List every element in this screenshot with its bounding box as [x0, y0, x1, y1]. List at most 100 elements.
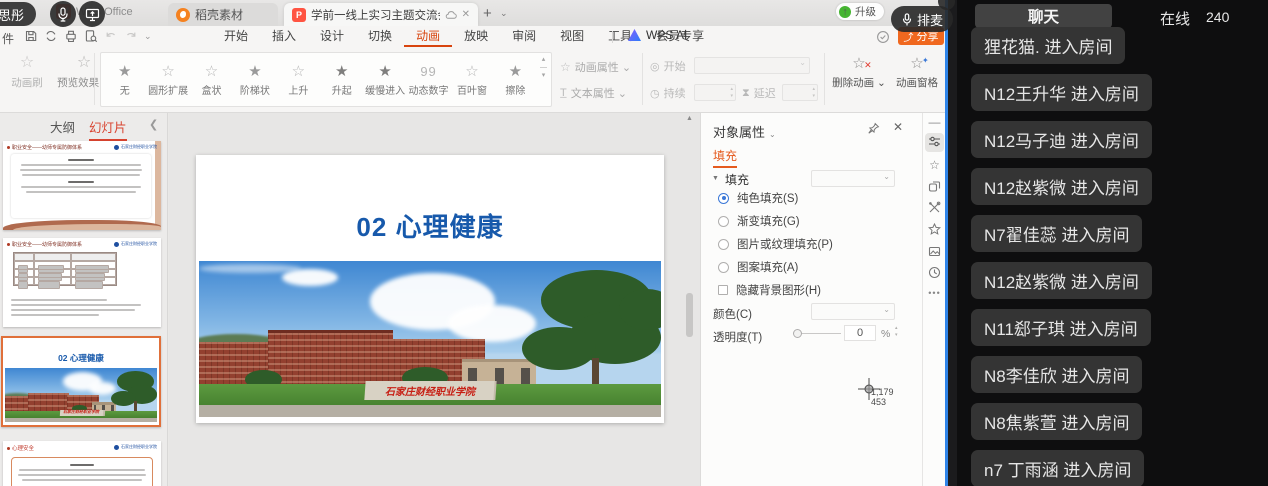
anim-float-up[interactable]: ★升起	[320, 63, 363, 97]
slide-editor[interactable]: 02 心理健康	[169, 113, 700, 486]
collapse-rail-icon[interactable]: —	[927, 115, 942, 130]
scroll-up-icon[interactable]: ▲	[686, 115, 693, 122]
animation-gallery: ★无 ☆圆形扩展 ☆盒状 ★阶梯状 ☆上升 ★升起 ★缓慢进入 99动态数字 ☆…	[100, 52, 552, 107]
star-edit-rail-icon[interactable]	[927, 223, 942, 238]
close-panel-icon[interactable]: ✕	[893, 120, 903, 134]
menu-animation-active[interactable]: 动画	[404, 26, 452, 47]
slide-thumbnail-3-selected[interactable]: 02 心理健康	[1, 336, 161, 427]
duration-spinner[interactable]	[694, 84, 736, 101]
menu-slideshow[interactable]: 放映	[452, 26, 500, 47]
animation-pane-button[interactable]: ☆✦ 动画窗格	[892, 55, 942, 90]
star-icon: ★	[320, 63, 363, 81]
menu-start[interactable]: 开始	[212, 26, 260, 47]
campus-photo[interactable]: 石家庄财经职业学院	[199, 261, 661, 417]
tab-list-chevron-icon[interactable]: ⌄	[500, 8, 508, 19]
gallery-scroll-buttons[interactable]: ▴—▾	[538, 56, 549, 80]
sync-icon[interactable]	[44, 29, 58, 43]
start-dropdown[interactable]	[694, 57, 810, 74]
slide-title[interactable]: 02 心理健康	[196, 207, 664, 244]
menu-transition[interactable]: 切换	[356, 26, 404, 47]
cursor-x: 1,179	[871, 387, 894, 397]
anim-dynamic-number[interactable]: 99动态数字	[407, 63, 450, 97]
redo-icon[interactable]	[124, 29, 138, 43]
option-gradient-fill[interactable]: 渐变填充(G)	[718, 213, 800, 229]
option-hide-background[interactable]: 隐藏背景图形(H)	[718, 282, 821, 298]
microphone-icon	[56, 7, 70, 22]
anim-stairs[interactable]: ★阶梯状	[233, 63, 276, 97]
upgrade-arrow-icon: ↑	[839, 6, 851, 18]
slider-knob[interactable]	[793, 329, 802, 338]
transparency-value-input[interactable]: 0	[844, 325, 876, 341]
close-tab-icon[interactable]: ✕	[462, 9, 470, 20]
file-menu[interactable]: 件	[2, 30, 14, 47]
new-tab-button[interactable]: +	[483, 5, 492, 22]
slide-thumbnail-1[interactable]: 职业安全——幼师专属防御体系 石家庄财经职业学院	[3, 141, 161, 230]
option-picture-fill[interactable]: 图片或纹理填充(P)	[718, 236, 833, 252]
collapse-sidebar-icon[interactable]: ❮	[149, 118, 158, 131]
wps-ai-button[interactable]: WPS AI	[628, 28, 687, 42]
anim-box[interactable]: ☆盒状	[190, 63, 233, 97]
menu-view[interactable]: 视图	[548, 26, 596, 47]
tab-docer[interactable]: 稻壳素材	[168, 3, 278, 26]
anim-wipe[interactable]: ★擦除	[494, 63, 537, 97]
animation-brush-button[interactable]: ☆ 动画刷	[4, 53, 50, 90]
tab-document-active[interactable]: P 学前一线上实习主题交流会 ✕	[284, 3, 478, 26]
color-dropdown[interactable]	[811, 303, 895, 320]
slides-sidebar: 大纲 幻灯片 ❮ 职业安全——幼师专属防御体系 石家庄财经职业学院	[0, 113, 168, 486]
animation-properties-button[interactable]: ☆ 动画属性 ⌄	[560, 59, 631, 75]
more-rail-icon[interactable]: •••	[927, 288, 942, 303]
anim-none[interactable]: ★无	[103, 63, 146, 97]
shapes-rail-icon[interactable]	[927, 180, 942, 195]
delay-spinner[interactable]	[782, 84, 818, 101]
school-emblem-icon	[114, 242, 119, 247]
animation-rail-icon[interactable]: ☆	[927, 158, 942, 173]
mic-toggle-button[interactable]	[50, 1, 76, 27]
object-properties-icon[interactable]	[925, 133, 944, 152]
tab-outline[interactable]: 大纲	[50, 117, 75, 136]
quick-access-toolbar: ⌄	[24, 29, 152, 43]
screen-share-button[interactable]	[79, 1, 105, 27]
history-rail-icon[interactable]	[927, 266, 942, 281]
percent-sign: %	[881, 328, 890, 340]
transparency-spinner[interactable]: ▴▾	[895, 325, 898, 339]
anim-slow-enter[interactable]: ★缓慢进入	[363, 63, 406, 97]
fill-preset-dropdown[interactable]	[811, 170, 895, 187]
find-icon[interactable]	[84, 29, 98, 43]
editor-scrollbar-thumb[interactable]	[686, 293, 693, 337]
delete-animation-button[interactable]: ☆✕ 删除动画 ⌄	[830, 55, 888, 90]
menu-insert[interactable]: 插入	[260, 26, 308, 47]
screen: W WPS Office 稻壳素材 P 学前一线上实习主题交流会 ✕ + ⌄ ↑…	[0, 0, 1268, 486]
menu-review[interactable]: 审阅	[500, 26, 548, 47]
option-solid-fill[interactable]: 纯色填充(S)	[718, 190, 798, 206]
upgrade-button[interactable]: ↑ 升级	[836, 3, 884, 20]
undo-icon[interactable]	[104, 29, 118, 43]
tab-slides[interactable]: 幻灯片	[89, 117, 127, 141]
anim-circle-expand[interactable]: ☆圆形扩展	[146, 63, 189, 97]
print-icon[interactable]	[64, 29, 78, 43]
delay-field-label: ⧗ 延迟	[742, 85, 776, 101]
status-check-icon[interactable]	[876, 30, 890, 44]
current-slide-canvas[interactable]: 02 心理健康	[196, 155, 664, 423]
anim-blinds[interactable]: ☆百叶窗	[450, 63, 493, 97]
slide-thumbnail-4[interactable]: 心理安全 石家庄财经职业学院	[3, 441, 161, 486]
menu-divider	[612, 31, 613, 43]
quick-access-chevron-icon[interactable]: ⌄	[144, 31, 152, 42]
menu-design[interactable]: 设计	[308, 26, 356, 47]
sidebar-tabs: 大纲 幻灯片 ❮	[0, 113, 167, 139]
pin-panel-icon[interactable]	[867, 122, 880, 135]
animation-pane-icon: ☆✦	[910, 55, 923, 73]
chat-scroll-strip[interactable]	[948, 0, 957, 486]
chevron-down-icon[interactable]: ⌄	[769, 130, 776, 139]
chat-tab[interactable]: 聊天	[975, 4, 1112, 28]
section-collapse-icon[interactable]: ▼	[712, 175, 719, 182]
text-properties-button[interactable]: T̲ 文本属性 ⌄	[560, 85, 627, 101]
tools-rail-icon[interactable]	[927, 201, 942, 216]
chat-message-list[interactable]: 狸花猫. 进入房间 N12王升华 进入房间 N12马子迪 进入房间 N12赵紫微…	[971, 27, 1152, 486]
anim-rise[interactable]: ☆上升	[277, 63, 320, 97]
option-pattern-fill[interactable]: 图案填充(A)	[718, 259, 798, 275]
queue-mic-button[interactable]: 排麦	[891, 6, 953, 32]
fill-tab[interactable]: 填充	[713, 147, 737, 164]
slide-thumbnail-2[interactable]: 职业安全——幼师专属防御体系 石家庄财经职业学院	[3, 238, 161, 327]
image-edit-rail-icon[interactable]	[927, 245, 942, 260]
save-icon[interactable]	[24, 29, 38, 43]
